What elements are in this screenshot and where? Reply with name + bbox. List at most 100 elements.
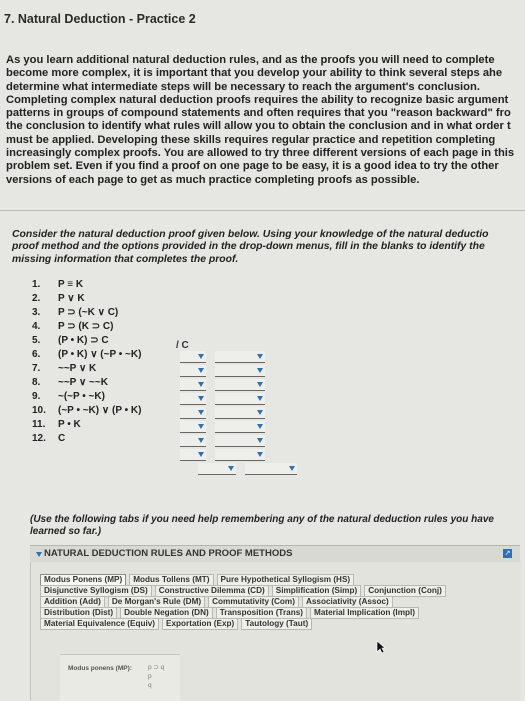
chevron-down-icon [257,382,263,387]
line-number: 12. [32,433,46,444]
divider [0,210,525,211]
proof-line: 1. P ≡ K [32,279,83,293]
chevron-down-icon [257,410,263,415]
line-formula: (P • K) ∨ (~P • ~K) [58,349,142,360]
line-formula: (P • K) ⊃ C [58,335,109,346]
line-ref-dropdown[interactable] [245,463,297,475]
intro-line: Completing complex natural deduction pro… [6,93,509,106]
intro-line: become more complex, it is important tha… [6,67,503,80]
rule-premise: p [148,673,152,680]
task-line: Consider the natural deduction proof giv… [12,229,489,240]
line-formula: ~(~P • ~K) [58,391,105,402]
tab-row: Distribution (Dist) Double Negation (DN) T… [40,607,422,619]
rules-panel-title: NATURAL DEDUCTION RULES AND PROOF METHOD… [44,548,293,559]
proof-line: 7. ~~P ∨ K [32,363,96,377]
rule-dropdown[interactable] [198,463,236,475]
intro-line: problem set. Even if you find a proof on… [6,160,499,173]
intro-line: must be applied. Developing these skills… [6,133,496,146]
help-line: (Use the following tabs if you need help… [30,514,494,525]
caret-down-icon [36,552,42,557]
line-formula: P ∨ K [58,293,85,304]
line-ref-dropdown[interactable] [215,449,265,461]
proof-line: 8. ~~P ∨ ~~K [32,377,108,391]
line-number: 10. [32,405,46,416]
chevron-down-icon [198,424,204,429]
chevron-down-icon [257,396,263,401]
task-instructions: Consider the natural deduction proof giv… [12,229,488,266]
chevron-down-icon [257,424,263,429]
line-number: 4. [32,321,41,332]
rule-dropdown[interactable] [180,365,206,377]
chevron-down-icon [198,438,204,443]
chevron-down-icon [198,410,204,415]
line-formula: P ⊃ (K ⊃ C) [58,321,114,332]
line-ref-dropdown[interactable] [215,393,265,405]
line-ref-dropdown[interactable] [215,435,265,447]
line-ref-dropdown[interactable] [215,379,265,391]
rule-example-name: Modus ponens (MP): [68,665,132,672]
line-number: 5. [32,335,41,346]
tab-row: Modus Ponens (MP) Modus Tollens (MT) Pure … [40,574,357,586]
chevron-down-icon [198,354,204,359]
tab-rule[interactable]: Material Equivalence (Equiv) [40,618,160,630]
proof-line: 2. P ∨ K [32,293,85,307]
chevron-down-icon [289,466,295,471]
mouse-cursor-icon [376,640,386,654]
proof-line: 3. P ⊃ (~K ∨ C) [32,307,118,321]
chevron-down-icon [228,466,234,471]
line-number: 8. [32,377,41,388]
expand-icon[interactable]: ↗ [503,549,512,558]
intro-line: patterns in groups of compound statement… [6,107,511,120]
tab-row: Addition (Add) De Morgan's Rule (DM) Commu… [40,596,396,608]
line-ref-dropdown[interactable] [215,351,265,363]
chevron-down-icon [257,452,263,457]
line-formula: P • K [58,419,81,430]
line-number: 7. [32,363,41,374]
proof-line: 10. (~P • ~K) ∨ (P • K) [32,405,141,419]
rule-conclusion: q [148,682,152,689]
chevron-down-icon [198,368,204,373]
rule-example-card: Modus ponens (MP): p ⊃ q p q [60,654,180,701]
chevron-down-icon [257,438,263,443]
rule-dropdown[interactable] [180,379,206,391]
line-formula: (~P • ~K) ∨ (P • K) [58,405,142,416]
proof-line: 12. C [32,433,65,447]
proof-line: 5. (P • K) ⊃ C [32,335,109,349]
line-ref-dropdown[interactable] [215,365,265,377]
line-ref-dropdown[interactable] [215,421,265,433]
line-number: 1. [32,279,41,290]
tab-rule[interactable]: Material Implication (Impl) [310,607,419,619]
tab-row: Material Equivalence (Equiv) Exportation … [40,618,315,630]
line-number: 3. [32,307,41,318]
line-formula: C [58,433,66,444]
chevron-down-icon [198,396,204,401]
intro-line: versions of each page to get as much pra… [6,173,420,186]
proof-line: 4. P ⊃ (K ⊃ C) [32,321,113,335]
rule-example-form: p ⊃ q p q [148,663,164,690]
rule-dropdown[interactable] [180,435,206,447]
chevron-down-icon [198,452,204,457]
conclusion-marker: / C [176,340,189,351]
line-number: 6. [32,349,41,360]
tab-rule[interactable]: Tautology (Taut) [241,618,313,630]
rule-dropdown[interactable] [180,351,206,363]
rule-dropdown[interactable] [180,407,206,419]
task-line: proof method and the options provided in… [12,241,485,253]
rule-dropdown[interactable] [180,449,206,461]
tab-rule[interactable]: Exportation (Exp) [162,618,239,630]
rule-dropdown[interactable] [180,393,206,405]
rules-panel-header[interactable]: NATURAL DEDUCTION RULES AND PROOF METHOD… [30,545,520,563]
intro-paragraph: As you learn additional natural deductio… [6,54,525,187]
intro-line: determine what intermediate steps will b… [6,80,480,93]
tab-row: Disjunctive Syllogism (DS) Constructive D… [40,585,449,597]
rule-dropdown[interactable] [180,421,206,433]
help-line: learned so far.) [30,526,102,537]
line-formula: ~~P ∨ K [58,363,97,374]
help-note: (Use the following tabs if you need help… [30,514,494,538]
line-number: 9. [32,391,41,402]
line-formula: P ≡ K [58,279,84,290]
line-ref-dropdown[interactable] [215,407,265,419]
line-number: 11. [32,419,46,430]
intro-line: the conclusion to identify what rules wi… [6,120,511,133]
page-title: 7. Natural Deduction - Practice 2 [4,12,196,26]
